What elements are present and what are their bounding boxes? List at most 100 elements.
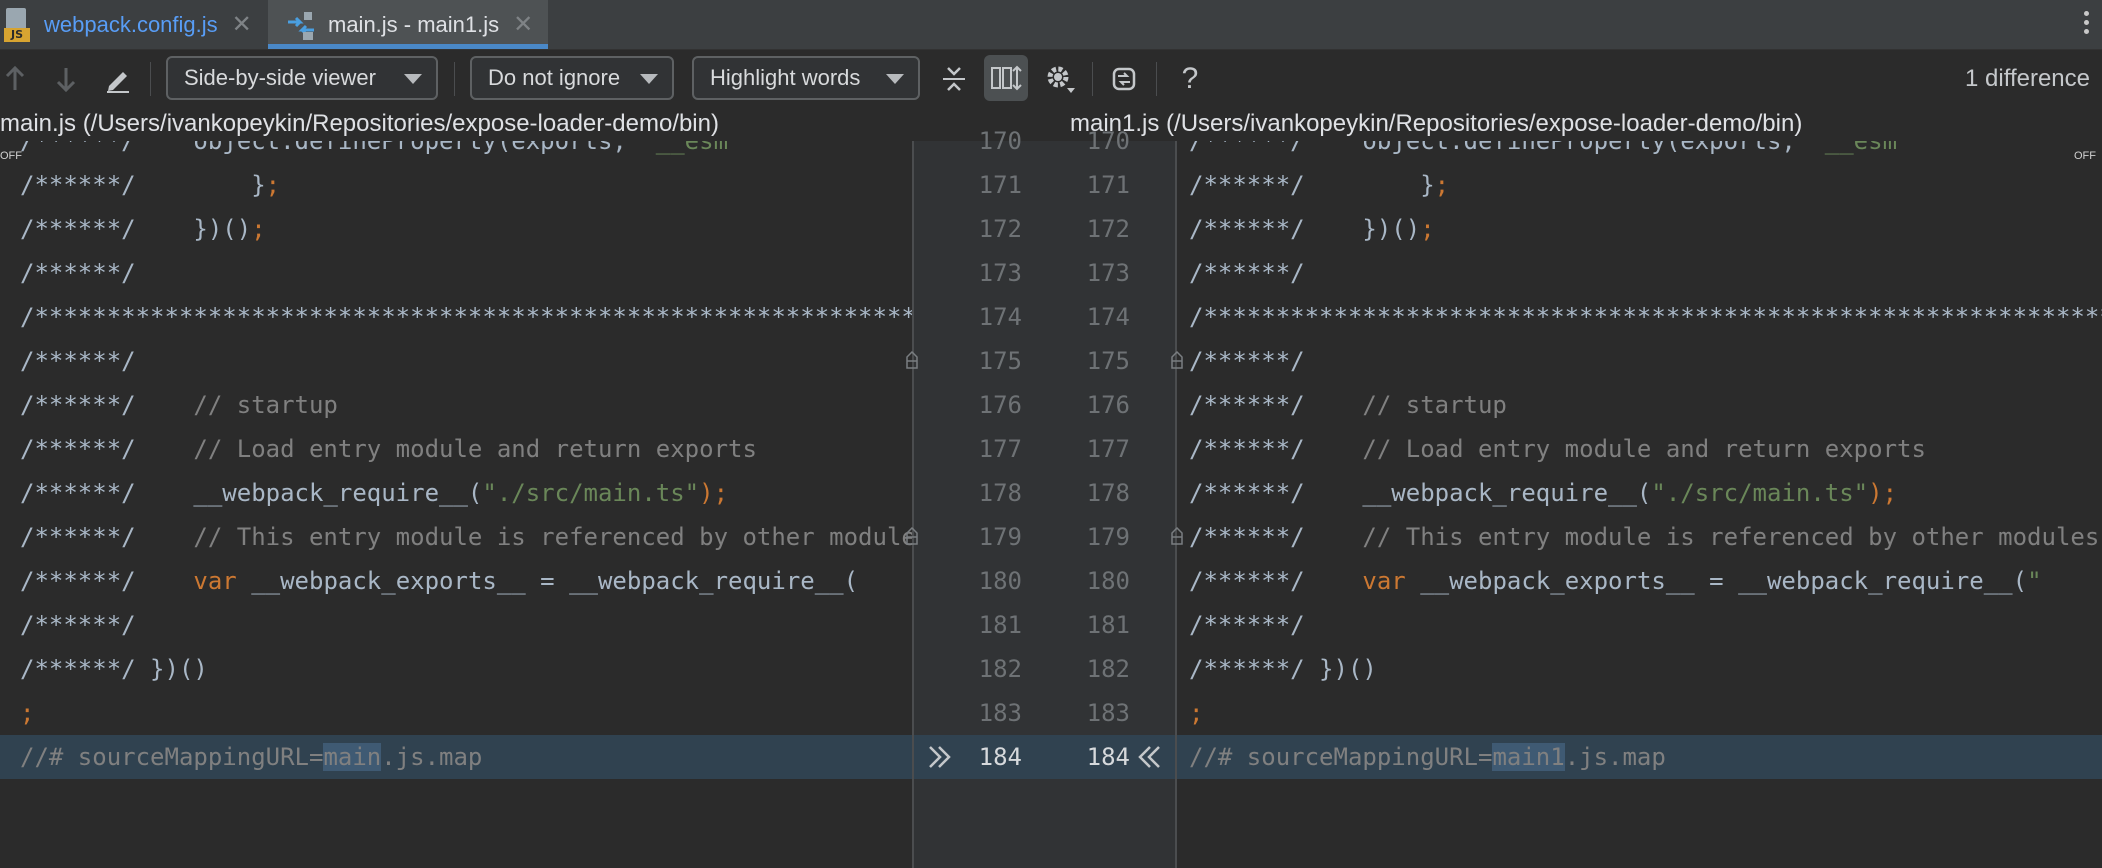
fold-marker-icon[interactable] [1170,351,1184,369]
help-button[interactable]: ? [1170,50,1210,107]
code-text: // Load entry module and return exports [1304,435,1926,463]
right-line-number: 175 [1086,347,1130,375]
code-line[interactable]: /******/ })(); [1177,207,2102,251]
code-line[interactable]: /***************************************… [1177,295,2102,339]
code-keyword: var [135,567,237,595]
right-line-number: 177 [1086,435,1130,463]
fold-marker-icon[interactable] [905,351,919,369]
code-line[interactable]: ; [1177,691,2102,735]
code-text: __webpack_require__( [135,479,483,507]
code-line[interactable]: /******/ })(); [0,207,912,251]
code-comment: /******/ [20,567,136,595]
next-difference-button[interactable] [48,50,84,107]
code-line[interactable]: /******/ [0,603,912,647]
left-line-number: 184 [978,743,1022,771]
code-comment: /******/ [20,435,136,463]
code-text: })() [135,655,208,683]
code-comment: /******/ [20,611,136,639]
left-editor-pane[interactable]: /******/ object.defineProperty(exports, … [0,141,912,868]
code-line[interactable]: /******/ })() [1177,647,2102,691]
arrow-down-icon [56,67,76,92]
right-line-number: 176 [1086,391,1130,419]
pencil-icon [107,71,129,93]
code-line[interactable]: /******/ [1177,251,2102,295]
apply-left-arrow-icon[interactable] [1135,743,1163,771]
code-comment: /******/ [20,523,136,551]
code-text: // startup [1304,391,1507,419]
left-line-number: 178 [978,479,1022,507]
code-text: // This entry module is referenced by ot… [1304,523,2100,551]
right-editor-pane[interactable]: /******/ object.defineProperty(exports, … [1177,141,2102,868]
code-line[interactable]: /******/ // Load entry module and return… [1177,427,2102,471]
code-line[interactable]: /******/ })() [0,647,912,691]
code-line[interactable]: /******/ var __webpack_exports__ = __web… [0,559,912,603]
code-line[interactable]: /******/ [0,339,912,383]
code-line[interactable]: /******/ [1177,603,2102,647]
changed-code-line[interactable]: //# sourceMappingURL=main1.js.map [1177,735,2102,779]
code-line[interactable]: /******/ object.defineProperty(exports, … [1177,141,2102,163]
code-line[interactable]: /******/ }; [1177,163,2102,207]
changed-code-line[interactable]: //# sourceMappingURL=main.js.map [0,735,912,779]
fold-marker-icon[interactable] [1170,527,1184,545]
synchronize-scrolling-button[interactable] [984,55,1028,101]
code-comment: /******/ [20,479,136,507]
left-pane-divider[interactable] [912,141,914,868]
code-punctuation: ; [1420,215,1435,243]
code-comment: /******/ [1189,655,1305,683]
sync-scroll-icon [991,65,1022,91]
code-comment: /******/ [1189,141,1305,155]
code-line[interactable]: /******/ // This entry module is referen… [1177,515,2102,559]
ignore-policy-dropdown[interactable]: Do not ignore [470,56,674,100]
left-line-number: 177 [978,435,1022,463]
viewer-mode-dropdown[interactable]: Side-by-side viewer [166,56,438,100]
code-comment: /******/ [20,347,136,375]
highlighted-word: main [323,743,382,771]
right-line-number: 174 [1086,303,1130,331]
previous-difference-button[interactable] [0,50,30,107]
left-line-number: 171 [978,171,1022,199]
code-line[interactable]: /******/ // Load entry module and return… [0,427,912,471]
code-line[interactable]: ; [0,691,912,735]
tab-label: main.js - main1.js [328,11,500,37]
close-icon[interactable]: ✕ [513,12,533,37]
edit-source-button[interactable] [98,50,138,107]
code-line[interactable]: /******/ __webpack_require__("./src/main… [0,471,912,515]
tab-main-diff[interactable]: main.js - main1.js ✕ [268,0,548,49]
left-line-number: 174 [978,303,1022,331]
close-icon[interactable]: ✕ [232,12,252,37]
code-punctuation: ); [1868,479,1898,507]
code-string: "./src/main.ts" [482,479,700,507]
code-comment: /******/ [1189,435,1305,463]
code-line[interactable]: /******/ __webpack_require__("./src/main… [1177,471,2102,515]
apply-right-arrow-icon[interactable] [926,743,954,771]
code-line[interactable]: /******/ object.defineProperty(exports, … [0,141,912,163]
code-line[interactable]: /******/ [0,251,912,295]
code-text: })() [135,215,252,243]
code-line[interactable]: /******/ [1177,339,2102,383]
settings-button[interactable] [1040,50,1080,107]
code-line[interactable]: /******/ // This entry module is referen… [0,515,912,559]
more-options-icon[interactable] [2080,8,2092,40]
right-line-number: 172 [1086,215,1130,243]
code-line[interactable]: /******/ var __webpack_exports__ = __web… [1177,559,2102,603]
code-line[interactable]: /***************************************… [0,295,912,339]
tab-label: webpack.config.js [44,11,218,37]
fold-marker-icon[interactable] [905,527,919,545]
code-comment: /******/ [1189,523,1305,551]
code-line[interactable]: /******/ }; [0,163,912,207]
tab-webpack-config[interactable]: JS webpack.config.js ✕ [0,0,266,49]
right-line-number: 171 [1086,171,1130,199]
swap-sides-button[interactable] [1104,50,1144,107]
code-line[interactable]: /******/ // startup [1177,383,2102,427]
code-text: } [135,171,266,199]
code-text: .js.map [1564,743,1666,771]
highlight-mode-dropdown[interactable]: Highlight words [692,56,920,100]
viewer-mode-label: Side-by-side viewer [184,65,376,90]
code-string: "./src/main.ts" [1651,479,1869,507]
code-string: " [2027,567,2042,595]
code-line[interactable]: /******/ // startup [0,383,912,427]
collapse-unchanged-button[interactable] [934,50,974,107]
left-file-title: main.js (/Users/ivankopeykin/Repositorie… [0,110,719,137]
code-text: })() [1304,215,1421,243]
code-keyword: var [1304,567,1406,595]
